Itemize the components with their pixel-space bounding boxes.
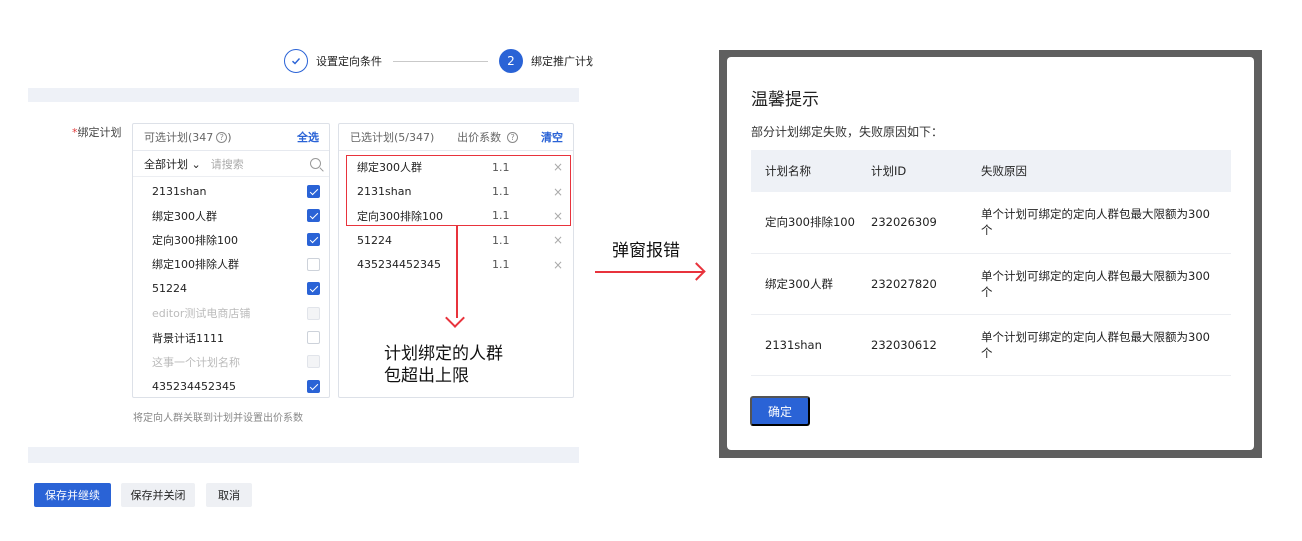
table-header-row: 计划名称 计划ID 失败原因 xyxy=(751,150,1231,192)
table-row: 绑定300人群 232027820 单个计划可绑定的定向人群包最大限额为300个 xyxy=(751,253,1231,315)
warning-dialog: 温馨提示 部分计划绑定失败，失败原因如下： 计划名称 计划ID 失败原因 定向3… xyxy=(727,57,1254,450)
step-2-number: 2 xyxy=(499,49,523,73)
bind-plan-label-text: 绑定计划 xyxy=(77,126,122,139)
available-plans-header: 可选计划(347?) 全选 xyxy=(133,124,329,151)
plan-id-cell: 232027820 xyxy=(871,253,981,315)
annotation-line-1: 计划绑定的人群 xyxy=(384,344,503,364)
clear-link[interactable]: 清空 xyxy=(541,129,563,145)
chevron-down-icon: ⌄ xyxy=(191,157,201,171)
plan-checkbox[interactable] xyxy=(307,184,320,198)
reason-cell: 单个计划可绑定的定向人群包最大限额为300个 xyxy=(981,253,1231,315)
plan-filter-dropdown[interactable]: 全部计划 ⌄ xyxy=(144,156,201,172)
search-icon[interactable] xyxy=(310,158,321,169)
dialog-subtitle: 部分计划绑定失败，失败原因如下： xyxy=(751,125,944,139)
annotation-text: 计划绑定的人群 包超出上限 xyxy=(384,343,554,387)
column-header: 计划ID xyxy=(871,150,981,192)
list-item: 这事一个计划名称 xyxy=(133,350,329,374)
help-icon[interactable]: ? xyxy=(507,132,519,143)
dialog-title: 温馨提示 xyxy=(751,90,819,110)
step-connector xyxy=(393,60,488,62)
failure-table: 计划名称 计划ID 失败原因 定向300排除100 232026309 单个计划… xyxy=(751,150,1231,376)
section-divider-bottom xyxy=(28,447,579,463)
close-icon[interactable]: × xyxy=(553,258,563,272)
select-all-link[interactable]: 全选 xyxy=(297,129,319,145)
table-row: 定向300排除100 232026309 单个计划可绑定的定向人群包最大限额为3… xyxy=(751,192,1231,254)
save-close-button[interactable]: 保存并关闭 xyxy=(121,483,195,507)
hint-text: 将定向人群关联到计划并设置出价系数 xyxy=(133,413,303,424)
table-row: 2131shan 232030612 单个计划可绑定的定向人群包最大限额为300… xyxy=(751,314,1231,376)
error-popup-label: 弹窗报错 xyxy=(612,241,680,261)
plan-name: 绑定300人群 xyxy=(152,209,217,223)
list-item[interactable]: 绑定100排除人群 xyxy=(133,252,329,276)
save-continue-button[interactable]: 保存并继续 xyxy=(34,483,111,507)
plan-checkbox[interactable] xyxy=(307,209,320,223)
annotation-arrow-line xyxy=(456,226,458,318)
reason-cell: 单个计划可绑定的定向人群包最大限额为300个 xyxy=(981,314,1231,376)
available-plans-title: 可选计划(347?) xyxy=(144,131,232,144)
plan-name: 51224 xyxy=(357,233,392,247)
selected-plans-header: 已选计划(5/347) 出价系数? 清空 xyxy=(339,124,573,151)
plan-checkbox xyxy=(307,306,320,320)
plan-id-cell: 232026309 xyxy=(871,192,981,254)
step-1-check-icon xyxy=(284,49,308,73)
annotation-line-2: 包超出上限 xyxy=(384,366,469,386)
section-divider-top xyxy=(28,88,579,102)
column-header: 计划名称 xyxy=(751,150,871,192)
column-header: 失败原因 xyxy=(981,150,1231,192)
plan-name: 背景计话1111 xyxy=(152,331,224,345)
bid-coefficient-header: 出价系数? xyxy=(457,129,519,145)
available-plans-panel: 可选计划(347?) 全选 全部计划 ⌄ 请搜索 2131shan 绑定300人群… xyxy=(132,123,330,398)
list-item[interactable]: 435234452345 xyxy=(133,374,329,398)
plan-checkbox[interactable] xyxy=(307,379,320,393)
plan-checkbox xyxy=(307,355,320,369)
plan-checkbox[interactable] xyxy=(307,282,320,296)
list-item[interactable]: 背景计话1111 xyxy=(133,325,329,349)
plan-name: 定向300排除100 xyxy=(152,233,238,247)
arrow-right-icon xyxy=(687,262,706,281)
bid-coefficient-input[interactable]: 1.1 xyxy=(492,258,553,271)
list-item[interactable]: 定向300排除100 xyxy=(133,228,329,252)
close-icon[interactable]: × xyxy=(553,233,563,247)
plan-checkbox[interactable] xyxy=(307,257,320,271)
plan-name: 51224 xyxy=(152,282,187,296)
highlight-box xyxy=(346,155,571,226)
plan-name: 2131shan xyxy=(152,184,207,198)
plan-name: 绑定100排除人群 xyxy=(152,258,239,272)
list-item[interactable]: 2131shan xyxy=(133,179,329,203)
plan-name: 这事一个计划名称 xyxy=(152,355,240,369)
available-plans-list: 2131shan 绑定300人群定向300排除100 绑定100排除人群 51224 e… xyxy=(133,177,329,399)
search-input[interactable]: 请搜索 xyxy=(211,156,310,172)
plan-checkbox[interactable] xyxy=(307,331,320,345)
reason-cell: 单个计划可绑定的定向人群包最大限额为300个 xyxy=(981,192,1231,254)
plan-name: 435234452345 xyxy=(152,379,236,393)
plan-name-cell: 绑定300人群 xyxy=(751,253,871,315)
step-1-label: 设置定向条件 xyxy=(316,55,382,68)
list-item: editor测试电商店铺 xyxy=(133,301,329,325)
plan-name: editor测试电商店铺 xyxy=(152,307,251,321)
help-icon[interactable]: ? xyxy=(216,132,228,143)
bind-plan-label: *绑定计划 xyxy=(72,124,122,140)
bid-coefficient-input[interactable]: 1.1 xyxy=(492,234,553,247)
plan-checkbox[interactable] xyxy=(307,233,320,247)
stepper: 设置定向条件 2 绑定推广计划 xyxy=(284,48,593,74)
plan-name-cell: 定向300排除100 xyxy=(751,192,871,254)
list-item[interactable]: 51224 xyxy=(133,277,329,301)
cancel-button[interactable]: 取消 xyxy=(206,483,252,507)
confirm-button[interactable]: 确定 xyxy=(750,396,810,426)
filter-row: 全部计划 ⌄ 请搜索 xyxy=(133,151,329,177)
plan-name: 435234452345 xyxy=(357,258,441,272)
plan-name-cell: 2131shan xyxy=(751,314,871,376)
step-2-label: 绑定推广计划 xyxy=(531,55,593,68)
selected-plans-title: 已选计划(5/347) xyxy=(350,131,435,144)
plan-id-cell: 232030612 xyxy=(871,314,981,376)
list-item[interactable]: 绑定300人群 xyxy=(133,203,329,227)
